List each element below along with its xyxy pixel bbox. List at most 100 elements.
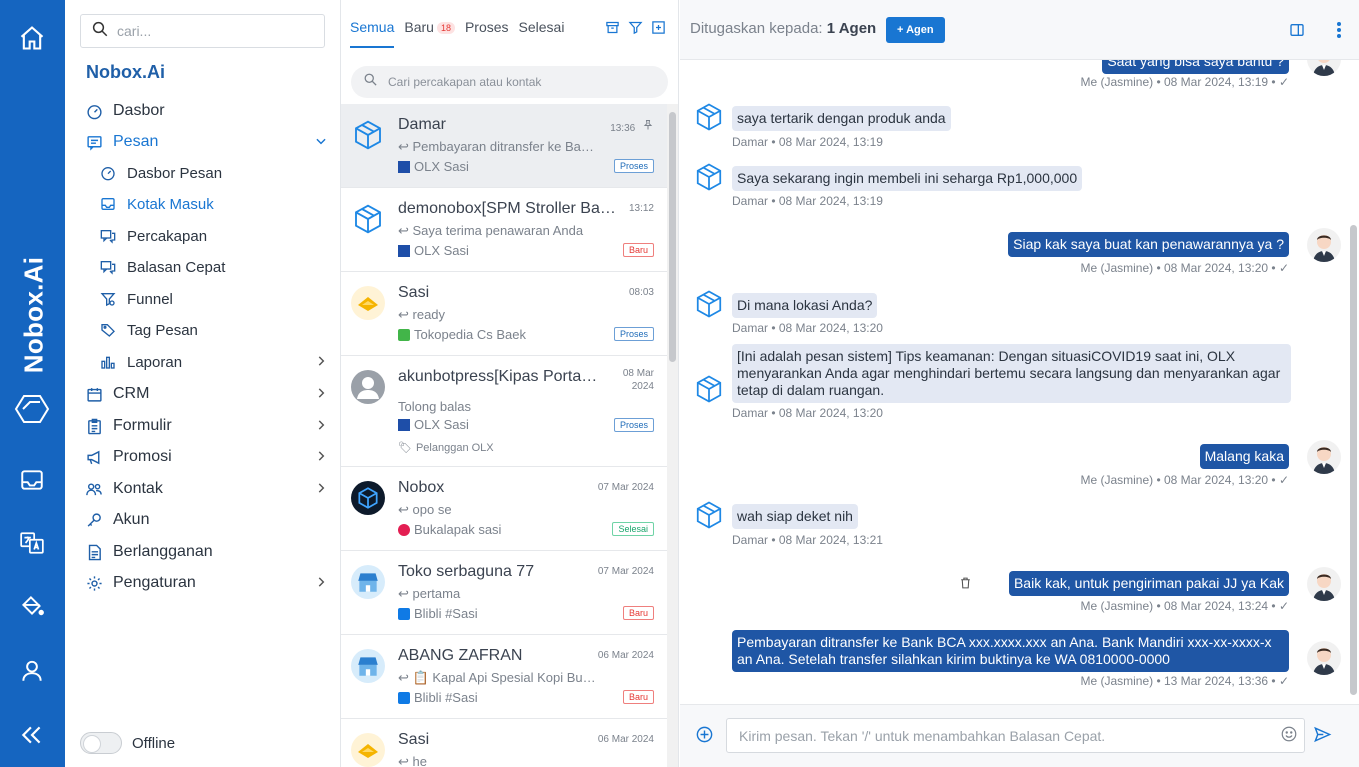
pin-icon[interactable] xyxy=(642,120,654,134)
inbox-icon[interactable] xyxy=(16,464,48,496)
sidebar-search[interactable] xyxy=(80,14,325,48)
nav-laporan[interactable]: Laporan xyxy=(99,349,330,375)
nav-tag-pesan[interactable]: Tag Pesan xyxy=(99,317,330,343)
message-meta: Me (Jasmine) • 08 Mar 2024, 13:24 • ✓ xyxy=(1080,599,1289,613)
agent-avatar xyxy=(1307,567,1341,601)
sidebar-search-input[interactable] xyxy=(117,23,317,39)
conversation-preview: ↩ 📋 Kapal Api Spesial Kopi Bubuk xyxy=(398,670,598,686)
nav-kotak-masuk[interactable]: Kotak Masuk xyxy=(99,191,330,217)
send-icon[interactable] xyxy=(1313,725,1332,744)
conversation-item[interactable]: Sasi 08:03 ↩ ready Tokopedia Cs Baek Pro… xyxy=(341,272,668,356)
conversation-item[interactable]: demonobox[SPM Stroller Baby] 13:12 ↩ Say… xyxy=(341,188,668,272)
conversation-preview-text: pertama xyxy=(412,586,461,601)
conversation-preview: ↩ pertama xyxy=(398,586,598,602)
conversation-time: 13:12 xyxy=(628,203,654,214)
conversation-name: ABANG ZAFRAN xyxy=(398,647,523,664)
scrollbar-thumb[interactable] xyxy=(669,112,676,362)
rail-brand-text: Nobox.Ai xyxy=(18,256,49,374)
conversation-item[interactable]: akunbotpress[Kipas Portable] 08 Mar 2024… xyxy=(341,356,668,467)
cube-avatar-icon xyxy=(351,118,385,152)
nav-label: Laporan xyxy=(127,353,183,371)
nav-formulir[interactable]: Formulir xyxy=(85,413,330,439)
new-conversation-icon[interactable] xyxy=(651,20,666,40)
status-badge: Proses xyxy=(613,159,654,173)
more-options-icon[interactable] xyxy=(1329,20,1349,40)
nav-dasbor[interactable]: Dasbor xyxy=(85,98,330,124)
conversation-item[interactable]: Sasi 06 Mar 2024 ↩ he xyxy=(341,719,668,767)
filter-icon[interactable] xyxy=(628,20,643,40)
megaphone-icon xyxy=(85,448,103,466)
conversation-source: Blibli #Sasi xyxy=(398,690,478,705)
nobox-logo-icon xyxy=(14,391,50,427)
sidebar-title: Nobox.Ai xyxy=(86,62,165,82)
status-badge: Proses xyxy=(613,327,654,341)
tab-baru[interactable]: Baru 18 xyxy=(404,19,455,48)
status-badge: Selesai xyxy=(612,522,654,536)
tab-selesai[interactable]: Selesai xyxy=(519,19,565,48)
nav-percakapan[interactable]: Percakapan xyxy=(99,223,330,249)
funnel-icon xyxy=(99,290,117,308)
nav-balasan-cepat[interactable]: Balasan Cepat xyxy=(99,254,330,280)
tab-proses[interactable]: Proses xyxy=(465,19,509,48)
conversation-preview: ↩ Pembayaran ditransfer ke Bank BCA xxx.… xyxy=(398,139,598,155)
user-icon[interactable] xyxy=(16,655,48,687)
search-icon xyxy=(91,20,109,43)
message-meta: Damar • 08 Mar 2024, 13:20 xyxy=(732,321,883,335)
nav-label: Funnel xyxy=(127,290,173,308)
nav-dasbor-pesan[interactable]: Dasbor Pesan xyxy=(99,160,330,186)
cube-avatar-icon xyxy=(694,500,724,530)
tab-semua[interactable]: Semua xyxy=(350,19,395,48)
nav-funnel[interactable]: Funnel xyxy=(99,286,330,312)
store-avatar-icon xyxy=(351,649,385,683)
conversation-time: 06 Mar 2024 xyxy=(597,734,654,745)
nav-pesan[interactable]: Pesan xyxy=(85,129,330,155)
conversation-tag: 🏷 Pelanggan OLX xyxy=(398,441,494,455)
add-agent-button[interactable]: + Agen xyxy=(886,17,945,43)
nav-label: Formulir xyxy=(113,417,172,434)
conversation-time-text: 13:36 xyxy=(610,123,636,134)
conversation-preview-text: Pembayaran ditransfer ke Bank BCA xxx.xx… xyxy=(412,139,598,154)
conversation-item[interactable]: Toko serbaguna 77 07 Mar 2024 ↩ pertama … xyxy=(341,551,668,635)
conversation-time: 07 Mar 2024 xyxy=(597,566,654,577)
bar-chart-icon xyxy=(99,353,117,371)
reply-icon: ↩ xyxy=(398,586,413,601)
conversation-source-text: Blibli #Sasi xyxy=(414,606,478,621)
nav-akun[interactable]: Akun xyxy=(85,507,330,533)
panel-toggle-icon[interactable] xyxy=(1287,20,1307,40)
conversation-name: demonobox[SPM Stroller Baby] xyxy=(398,200,618,217)
conversation-search-input[interactable] xyxy=(388,75,648,89)
tab-label: Proses xyxy=(464,19,509,35)
chat-scrollbar[interactable] xyxy=(1350,60,1357,704)
conversation-source-text: Bukalapak sasi xyxy=(414,522,502,537)
nav-pengaturan[interactable]: Pengaturan xyxy=(85,570,330,596)
paint-bucket-icon[interactable] xyxy=(16,590,48,622)
trash-icon[interactable] xyxy=(959,576,972,595)
message-list: Saat yang bisa saya bantu ? Me (Jasmine)… xyxy=(680,60,1350,704)
collapse-icon[interactable] xyxy=(16,719,48,751)
online-status: Offline xyxy=(80,732,175,754)
nav-label: Pengaturan xyxy=(113,574,196,591)
add-attachment-icon[interactable] xyxy=(695,725,714,744)
nav-kontak[interactable]: Kontak xyxy=(85,476,330,502)
scrollbar-thumb[interactable] xyxy=(1350,225,1357,695)
nav-label: Dasbor Pesan xyxy=(127,164,223,182)
translate-icon[interactable] xyxy=(16,527,48,559)
conversation-search[interactable] xyxy=(351,66,668,98)
archive-icon[interactable] xyxy=(605,20,620,40)
nav-promosi[interactable]: Promosi xyxy=(85,444,330,470)
chevron-right-icon xyxy=(314,418,328,437)
conversation-item[interactable]: Damar 13:36 ↩ Pembayaran ditransfer ke B… xyxy=(341,104,668,188)
conversation-item[interactable]: Nobox 07 Mar 2024 ↩ opo se Bukalapak sas… xyxy=(341,467,668,551)
conversation-source-text: OLX Sasi xyxy=(414,159,469,174)
nav-berlangganan[interactable]: Berlangganan xyxy=(85,539,330,565)
clipboard-icon xyxy=(85,417,103,435)
conversation-time: 06 Mar 2024 xyxy=(597,650,654,661)
online-toggle[interactable] xyxy=(80,732,122,754)
conversation-scrollbar[interactable] xyxy=(667,104,678,767)
nav-crm[interactable]: CRM xyxy=(85,381,330,407)
conversation-item[interactable]: ABANG ZAFRAN 06 Mar 2024 ↩ 📋 Kapal Api S… xyxy=(341,635,668,719)
message-input[interactable] xyxy=(726,718,1305,753)
emoji-icon[interactable] xyxy=(1280,725,1298,743)
home-icon[interactable] xyxy=(16,22,48,54)
agent-avatar xyxy=(1307,60,1341,76)
